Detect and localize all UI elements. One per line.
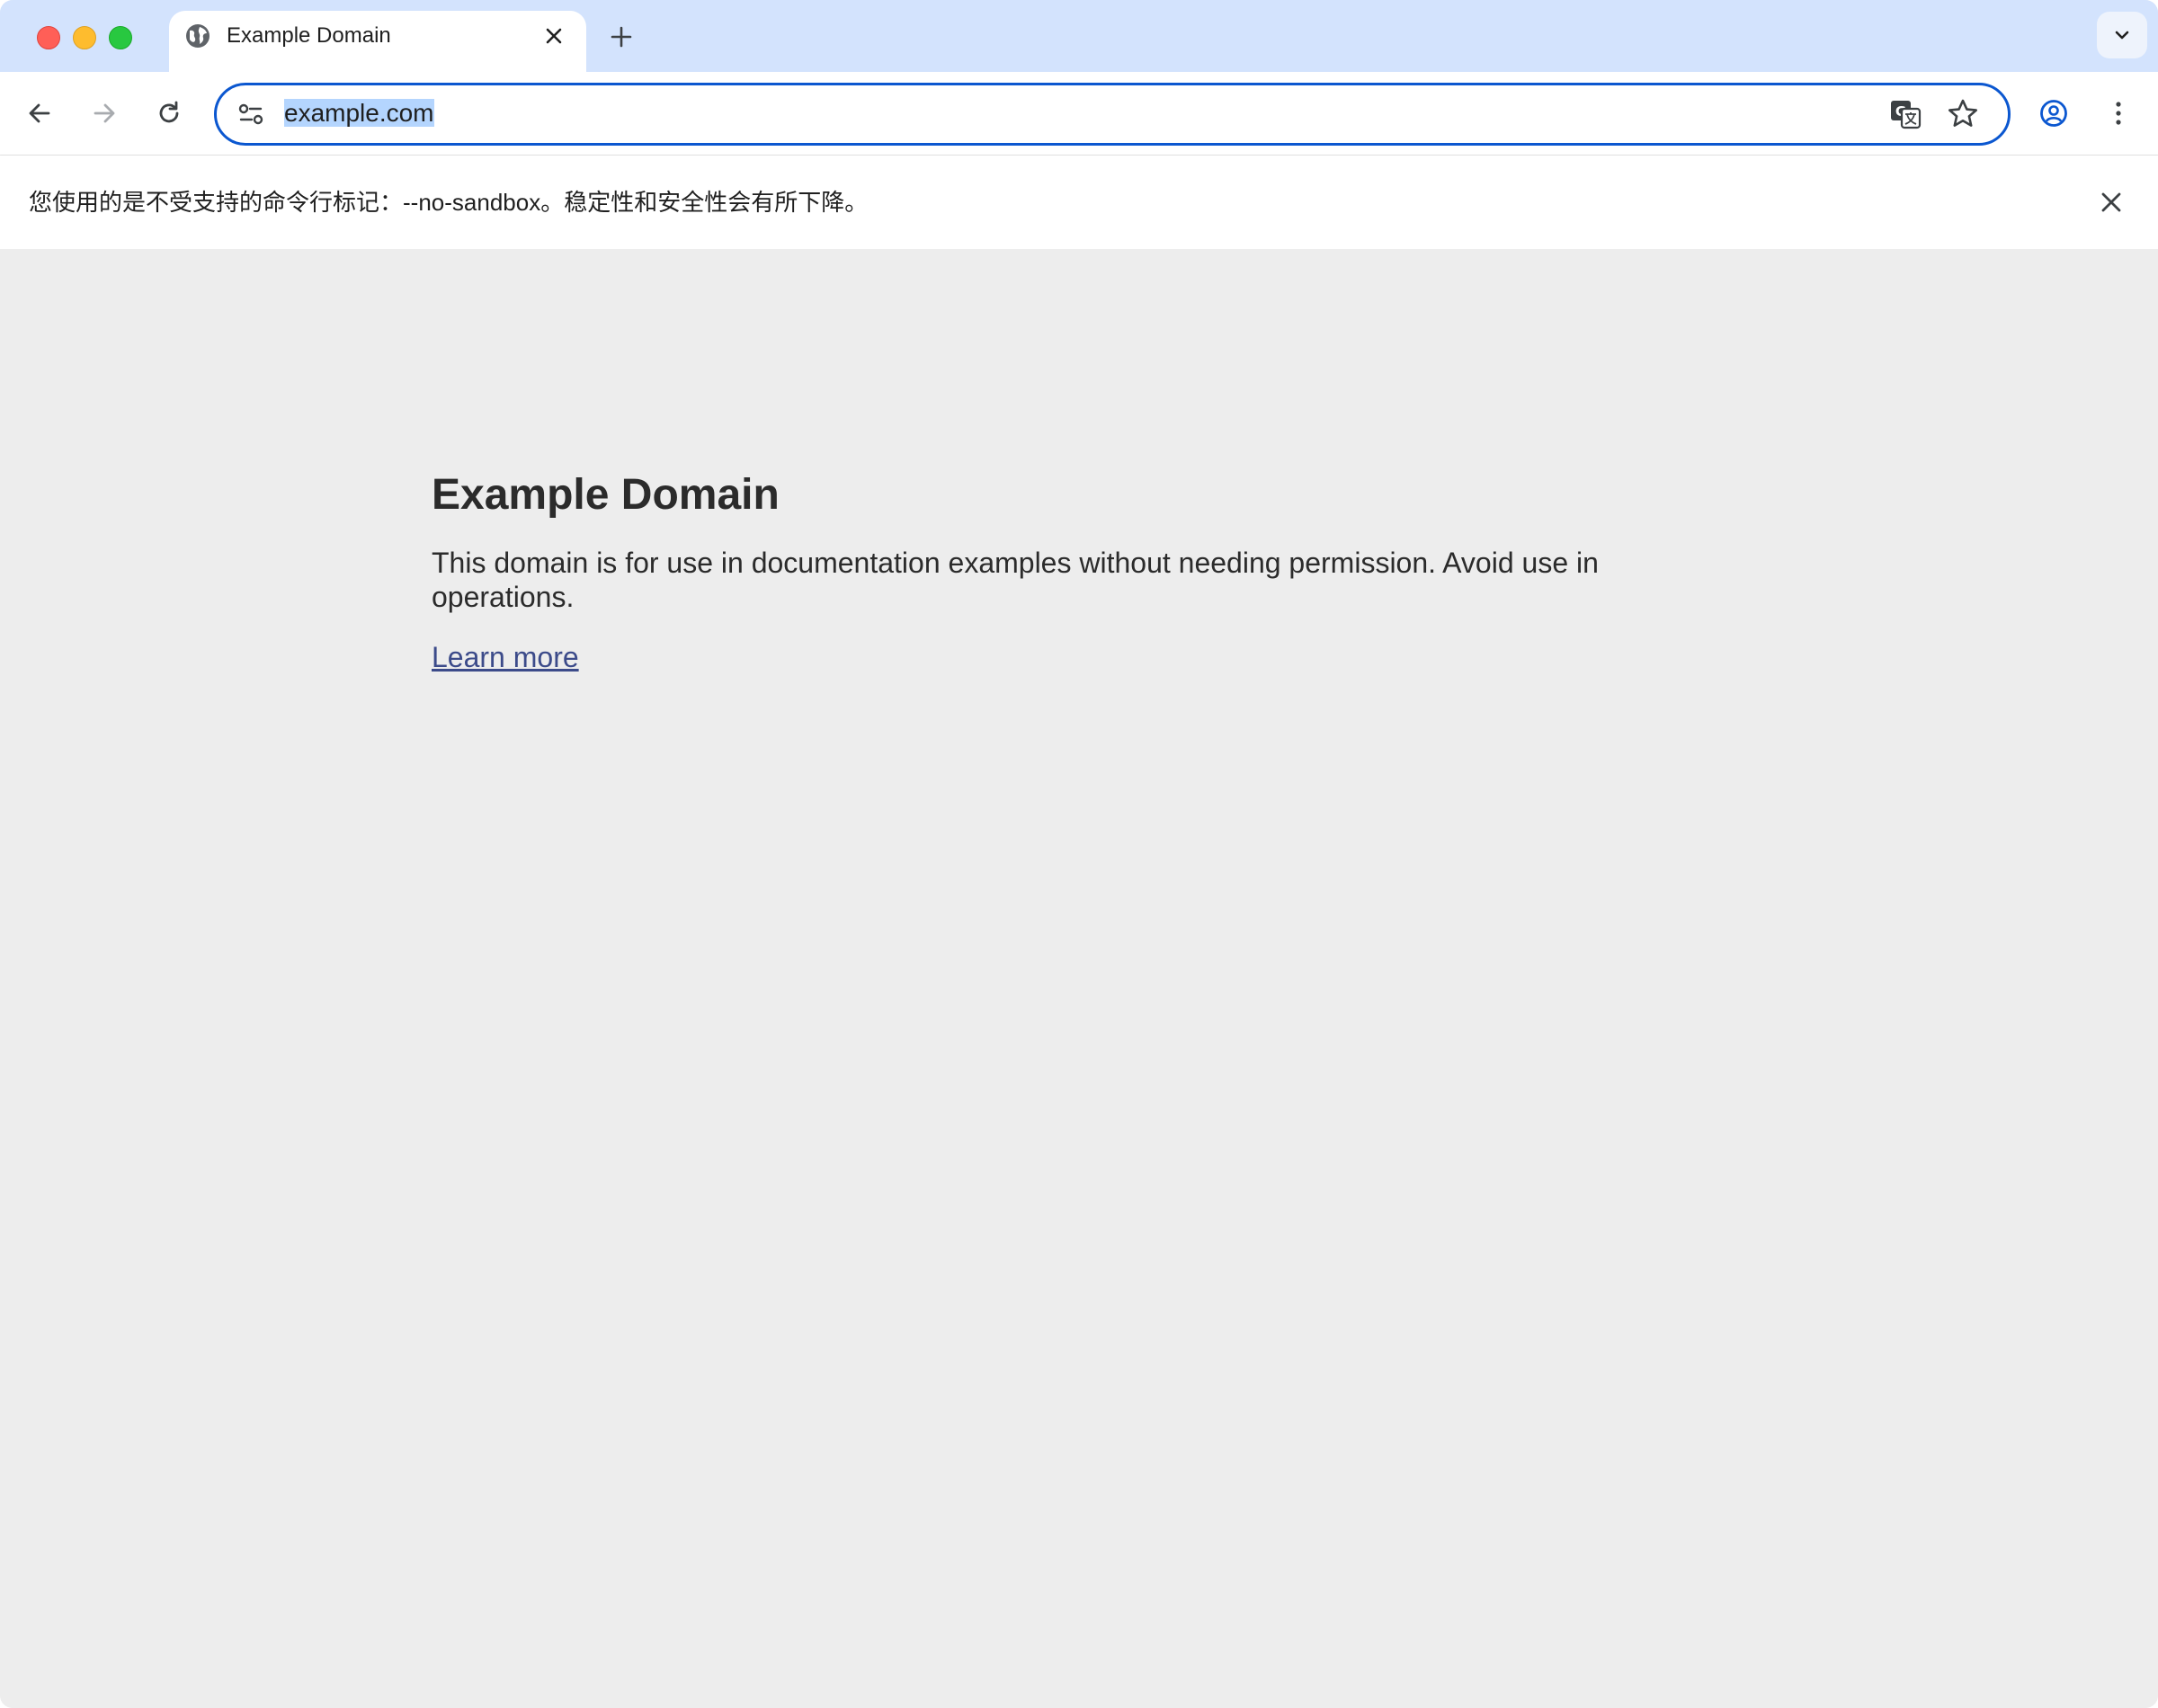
site-info-icon[interactable] [235,98,267,130]
tab-title: Example Domain [227,23,391,48]
reload-button[interactable] [147,92,191,135]
page-paragraph: This domain is for use in documentation … [432,547,1599,613]
tab-strip: Example Domain [0,0,2158,72]
url-text[interactable]: example.com [284,97,434,129]
profile-button[interactable] [2032,92,2075,135]
tab-search-button[interactable] [2097,12,2147,58]
tab-example-domain[interactable]: Example Domain [169,11,586,72]
page-heading: Example Domain [432,471,780,519]
reload-icon [159,101,179,123]
profile-icon [2040,100,2067,127]
unsupported-flag-infobar: 您使用的是不受支持的命令行标记：--no-sandbox。稳定性和安全性会有所下… [0,156,2158,249]
learn-more-link[interactable]: Learn more [432,639,579,675]
zoom-window-button[interactable] [109,26,132,49]
globe-icon [186,24,210,48]
page-content: Example Domain This domain is for use in… [0,249,2158,1708]
back-arrow-icon [29,103,50,123]
translate-icon[interactable]: G [1887,96,1923,132]
menu-button[interactable] [2097,92,2140,135]
browser-window: Example Domain example.com 您使用的是不受支持的命令行… [0,0,2158,1708]
close-icon[interactable] [2095,186,2127,218]
menu-icon [2116,102,2121,125]
chevron-down-icon [2115,31,2129,40]
forward-button[interactable] [83,92,126,135]
toolbar: example.com G [0,72,2158,156]
back-button[interactable] [18,92,61,135]
address-bar[interactable]: example.com G [214,83,2011,146]
new-tab-icon[interactable] [608,23,635,50]
close-tab-icon[interactable] [543,25,565,47]
url-selection: example.com [284,99,434,127]
forward-arrow-icon [94,103,115,123]
infobar-message: 您使用的是不受支持的命令行标记：--no-sandbox。稳定性和安全性会有所下… [29,189,869,216]
close-window-button[interactable] [37,26,60,49]
bookmark-star-icon[interactable] [1945,96,1981,132]
minimize-window-button[interactable] [73,26,96,49]
